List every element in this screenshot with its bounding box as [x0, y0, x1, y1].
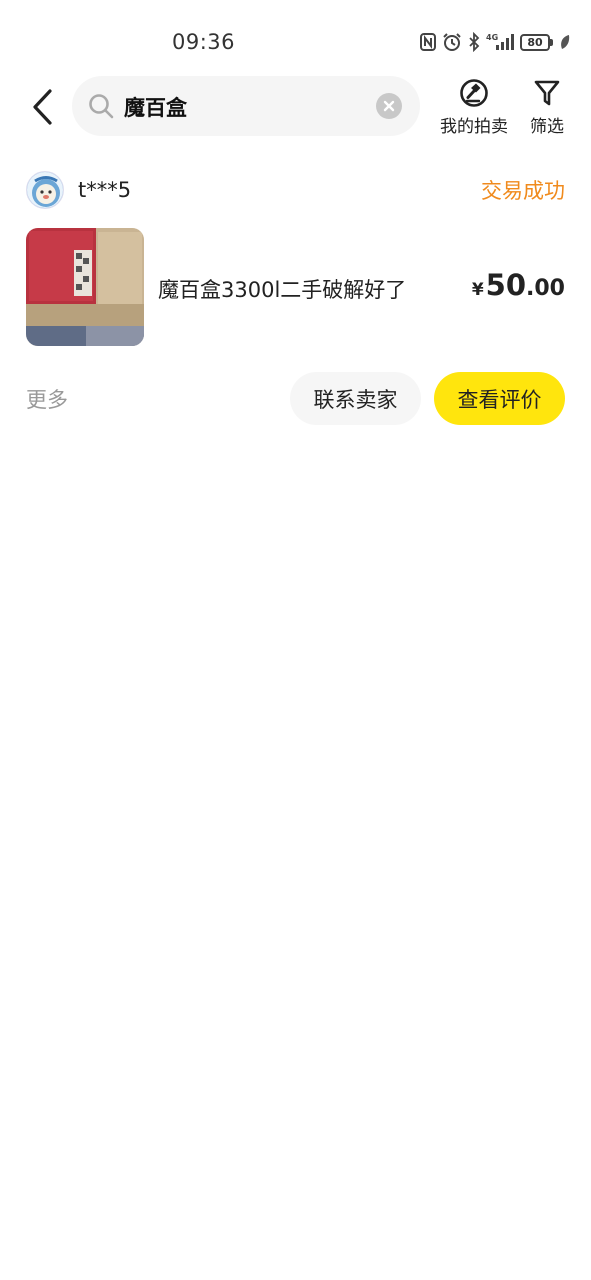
nfc-icon [420, 33, 436, 51]
svg-text:4G: 4G [486, 33, 498, 42]
filter-label: 筛选 [530, 117, 564, 137]
bluetooth-icon [468, 32, 480, 52]
view-review-button[interactable]: 查看评价 [434, 372, 565, 425]
seller-row[interactable]: t***5 交易成功 [26, 170, 565, 210]
status-badge: 交易成功 [481, 179, 565, 203]
my-auctions-label: 我的拍卖 [440, 117, 508, 137]
battery-icon: 80 [520, 33, 553, 51]
seller-name[interactable]: t***5 [78, 178, 131, 202]
auction-gavel-icon [460, 79, 488, 107]
status-time: 09:36 [172, 30, 236, 54]
product-title[interactable]: 魔百盒3300l二手破解好了 [158, 274, 406, 304]
battery-level: 80 [520, 33, 550, 51]
close-icon [383, 100, 395, 112]
filter-button[interactable]: 筛选 [530, 78, 564, 137]
my-auctions-button[interactable]: 我的拍卖 [440, 78, 508, 137]
search-input[interactable]: 魔百盒 [72, 76, 420, 136]
product-row[interactable]: 魔百盒3300l二手破解好了 ¥ 50 .00 [26, 228, 565, 346]
product-thumbnail[interactable] [26, 228, 144, 346]
price: ¥ 50 .00 [472, 268, 565, 302]
alarm-icon [442, 32, 462, 52]
contact-seller-button[interactable]: 联系卖家 [290, 372, 421, 425]
action-row: 更多 联系卖家 查看评价 [26, 372, 565, 425]
status-bar: 09:36 4G 80 [0, 0, 591, 80]
more-button[interactable]: 更多 [26, 384, 68, 414]
signal-4g-icon: 4G [486, 32, 514, 52]
status-icons: 4G 80 [420, 32, 571, 52]
price-decimal: .00 [526, 276, 565, 301]
search-header: 魔百盒 我的拍卖 筛选 [0, 76, 591, 138]
leaf-icon [559, 34, 571, 50]
clear-search-button[interactable] [376, 93, 402, 119]
price-integer: 50 [485, 268, 527, 302]
search-query: 魔百盒 [124, 96, 187, 120]
search-icon [88, 93, 114, 123]
chevron-left-icon [33, 89, 52, 125]
order-card[interactable]: t***5 交易成功 魔百盒3300l二手破解好了 ¥ 50 .00 更多 联系… [0, 160, 591, 440]
avatar[interactable] [26, 171, 64, 209]
back-button[interactable] [24, 86, 60, 128]
filter-icon [534, 80, 560, 106]
price-currency: ¥ [471, 280, 484, 300]
